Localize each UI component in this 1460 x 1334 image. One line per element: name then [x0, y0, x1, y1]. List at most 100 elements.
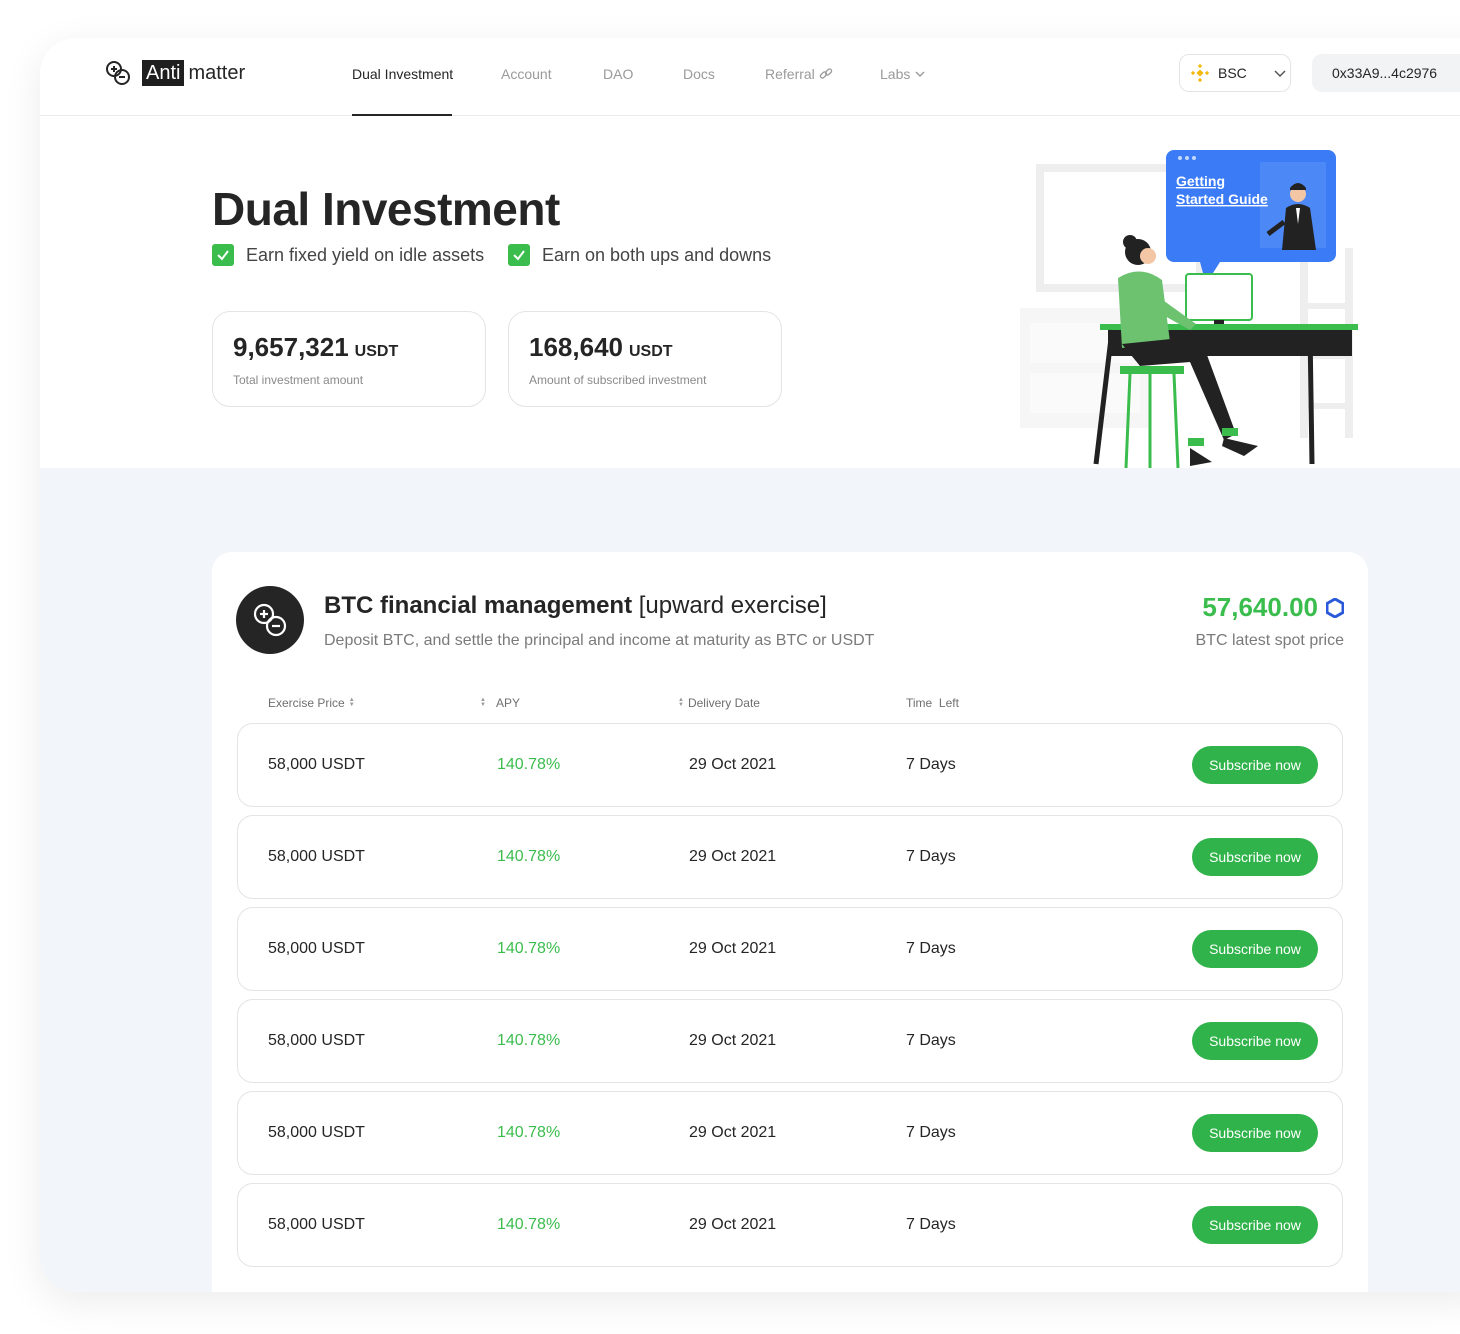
row-exercise-price: 58,000 USDT	[268, 1124, 365, 1141]
product-title-main: BTC financial management	[324, 592, 633, 619]
subscribe-button[interactable]: Subscribe now	[1192, 746, 1318, 784]
feature-item: Earn fixed yield on idle assets	[212, 244, 484, 266]
nav-label: Labs	[880, 66, 911, 82]
top-header: Anti matter Dual Investment Account DAO …	[40, 38, 1460, 116]
table-row: 58,000 USDT 140.78% 29 Oct 2021 7 Days S…	[237, 907, 1343, 991]
row-time-left: 7 Days	[906, 940, 956, 957]
chain-label: BSC	[1218, 65, 1247, 81]
nav-account[interactable]: Account	[501, 66, 552, 82]
table-row: 58,000 USDT 140.78% 29 Oct 2021 7 Days S…	[237, 999, 1343, 1083]
row-delivery-date: 29 Oct 2021	[689, 1124, 777, 1141]
row-apy: 140.78%	[497, 1216, 561, 1233]
row-exercise-price: 58,000 USDT	[268, 1032, 365, 1049]
product-title-tag: [upward exercise]	[638, 592, 827, 619]
table-row: 58,000 USDT 140.78% 29 Oct 2021 7 Days S…	[237, 1091, 1343, 1175]
nav-label: Account	[501, 66, 552, 82]
subscribe-button[interactable]: Subscribe now	[1192, 838, 1318, 876]
header-delivery-date[interactable]: ▲ ▼ Delivery Date	[678, 696, 760, 710]
stat-value-row: 168,640 USDT	[529, 332, 761, 363]
header-label: Exercise Price	[268, 696, 345, 710]
header-exercise-price[interactable]: Exercise Price ▲ ▼	[268, 696, 355, 710]
nav-dual-investment[interactable]: Dual Investment	[352, 66, 453, 82]
row-apy: 140.78%	[497, 848, 561, 865]
guide-line-2[interactable]: Started Guide	[1176, 191, 1268, 207]
chevron-down-icon	[1274, 70, 1286, 78]
table-row: 58,000 USDT 140.78% 29 Oct 2021 7 Days S…	[237, 815, 1343, 899]
product-panel: BTC financial management [upward exercis…	[212, 552, 1368, 1292]
sort-icon: ▲ ▼	[348, 697, 355, 708]
page-title: Dual Investment	[212, 183, 560, 235]
antimatter-logo-icon	[106, 61, 130, 85]
stat-unit: USDT	[354, 343, 399, 360]
sort-icon: ▲ ▼	[678, 697, 684, 708]
guide-line-1[interactable]: Getting	[1176, 173, 1225, 189]
nav-label: Dual Investment	[352, 66, 454, 82]
nav-docs[interactable]: Docs	[683, 66, 715, 82]
row-time-left: 7 Days	[906, 1032, 956, 1049]
stat-card-total: 9,657,321 USDT Total investment amount	[212, 311, 486, 407]
app-window: Anti matter Dual Investment Account DAO …	[40, 38, 1460, 1292]
nav-dao[interactable]: DAO	[603, 66, 633, 82]
header-time-left: Time Left	[906, 696, 959, 710]
nav-labs[interactable]: Labs	[880, 66, 926, 82]
hero-illustration: Getting Started Guide	[1000, 138, 1380, 470]
product-icon	[236, 586, 304, 654]
stat-value-row: 9,657,321 USDT	[233, 332, 465, 363]
products-section: BTC financial management [upward exercis…	[40, 468, 1460, 1292]
spot-price: 57,640.00	[1202, 592, 1344, 623]
header-label: Delivery Date	[687, 696, 760, 710]
stat-label: Amount of subscribed investment	[529, 373, 707, 387]
bnb-icon	[1190, 63, 1210, 83]
row-delivery-date: 29 Oct 2021	[689, 1032, 777, 1049]
product-subtitle: Deposit BTC, and settle the principal an…	[324, 632, 875, 649]
table-row: 58,000 USDT 140.78% 29 Oct 2021 7 Days S…	[237, 1183, 1343, 1267]
link-icon	[819, 68, 833, 79]
nav-label: Docs	[683, 66, 715, 82]
row-delivery-date: 29 Oct 2021	[689, 848, 777, 865]
nav-label: Referral	[765, 66, 815, 82]
header-apy[interactable]: ▲ ▼ APY	[480, 696, 520, 710]
chainlink-icon	[1326, 597, 1344, 618]
logo-matter-text: matter	[188, 61, 246, 84]
subscribe-button[interactable]: Subscribe now	[1192, 930, 1318, 968]
row-delivery-date: 29 Oct 2021	[689, 1216, 777, 1233]
feature-text: Earn on both ups and downs	[542, 244, 772, 265]
active-tab-indicator	[352, 114, 452, 116]
chain-selector[interactable]: BSC	[1179, 54, 1291, 92]
check-icon	[212, 244, 234, 266]
wallet-address-button[interactable]: 0x33A9...4c2976	[1312, 54, 1460, 92]
row-exercise-price: 58,000 USDT	[268, 756, 365, 773]
row-exercise-price: 58,000 USDT	[268, 848, 365, 865]
row-apy: 140.78%	[497, 1124, 561, 1141]
nav-referral[interactable]: Referral	[765, 66, 833, 82]
header-label: APY	[495, 696, 520, 710]
subscribe-button[interactable]: Subscribe now	[1192, 1022, 1318, 1060]
subscribe-button[interactable]: Subscribe now	[1192, 1206, 1318, 1244]
row-apy: 140.78%	[497, 940, 561, 957]
header-label: Time Left	[906, 696, 959, 710]
subscribe-button[interactable]: Subscribe now	[1192, 1114, 1318, 1152]
stat-label: Total investment amount	[233, 373, 364, 387]
stat-unit: USDT	[628, 343, 673, 360]
check-icon	[508, 244, 530, 266]
row-exercise-price: 58,000 USDT	[268, 940, 365, 957]
spot-price-value: 57,640.00	[1202, 592, 1318, 622]
row-apy: 140.78%	[497, 1032, 561, 1049]
wallet-address: 0x33A9...4c2976	[1332, 65, 1438, 81]
logo[interactable]: Anti matter	[104, 58, 245, 88]
stat-card-subscribed: 168,640 USDT Amount of subscribed invest…	[508, 311, 782, 407]
chevron-down-icon	[915, 71, 925, 77]
table-row: 58,000 USDT 140.78% 29 Oct 2021 7 Days S…	[237, 723, 1343, 807]
stat-value: 168,640	[529, 332, 623, 362]
feature-item: Earn on both ups and downs	[508, 244, 771, 266]
row-apy: 140.78%	[497, 756, 561, 773]
row-time-left: 7 Days	[906, 1216, 956, 1233]
row-time-left: 7 Days	[906, 848, 956, 865]
btc-management-icon	[253, 603, 287, 637]
nav-label: DAO	[603, 66, 634, 82]
spot-price-label: BTC latest spot price	[1195, 632, 1345, 649]
feature-text: Earn fixed yield on idle assets	[246, 244, 485, 265]
row-time-left: 7 Days	[906, 756, 956, 773]
row-delivery-date: 29 Oct 2021	[689, 940, 777, 957]
sort-icon: ▲ ▼	[480, 697, 486, 708]
